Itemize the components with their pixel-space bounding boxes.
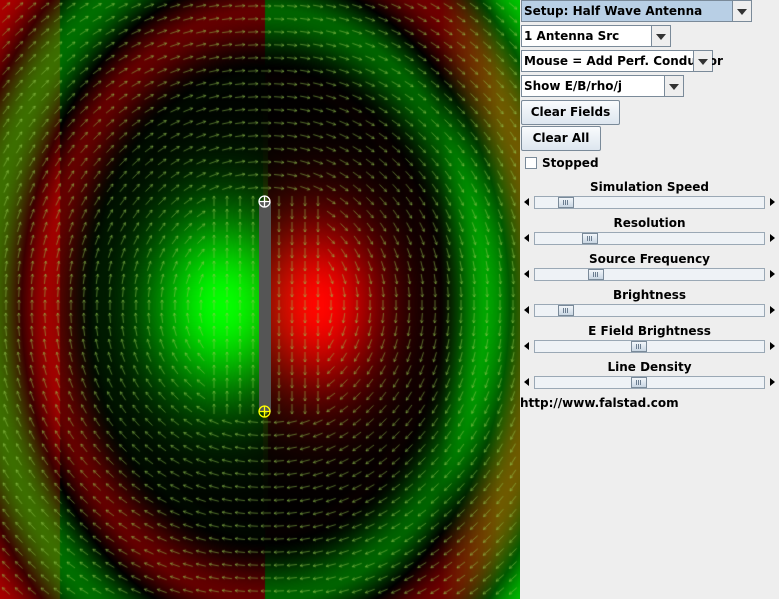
scroll-left-icon[interactable]	[520, 195, 534, 210]
scroll-left-icon[interactable]	[520, 267, 534, 282]
stopped-checkbox[interactable]	[525, 157, 537, 169]
source-select[interactable]: 1 Antenna Src	[521, 25, 671, 47]
display-mode-select[interactable]: Show E/B/rho/j	[521, 75, 684, 97]
mouse-mode-select[interactable]: Mouse = Add Perf. Conductor	[521, 50, 723, 72]
resolution-track[interactable]	[534, 232, 765, 245]
chevron-down-icon[interactable]	[664, 76, 683, 96]
website-url: http://www.falstad.com	[520, 396, 679, 410]
clear-fields-button[interactable]: Clear Fields	[521, 100, 620, 125]
antenna-conductor[interactable]	[259, 202, 271, 412]
chevron-down-icon[interactable]	[693, 51, 712, 71]
simulation-speed-thumb[interactable]	[558, 197, 574, 208]
e-field-brightness-slider[interactable]	[520, 339, 779, 354]
brightness-slider[interactable]	[520, 303, 779, 318]
source-frequency-label: Source Frequency	[588, 252, 710, 266]
simulation-speed-label: Simulation Speed	[590, 180, 709, 194]
setup-select[interactable]: Setup: Half Wave Antenna	[521, 0, 752, 22]
e-field-brightness-thumb[interactable]	[631, 341, 647, 352]
scroll-right-icon[interactable]	[765, 375, 779, 390]
brightness-thumb[interactable]	[558, 305, 574, 316]
source-select-value: 1 Antenna Src	[524, 29, 620, 43]
chevron-down-icon[interactable]	[732, 1, 751, 21]
brightness-label: Brightness	[612, 288, 686, 302]
resolution-thumb[interactable]	[582, 233, 598, 244]
stopped-checkbox-label: Stopped	[542, 156, 599, 170]
line-density-slider[interactable]	[520, 375, 779, 390]
scroll-right-icon[interactable]	[765, 231, 779, 246]
line-density-label: Line Density	[607, 360, 692, 374]
antenna-top-crosshair-icon[interactable]	[258, 195, 271, 208]
control-panel: Setup: Half Wave Antenna 1 Antenna Src M…	[520, 0, 779, 599]
scroll-right-icon[interactable]	[765, 267, 779, 282]
scroll-left-icon[interactable]	[520, 303, 534, 318]
scroll-right-icon[interactable]	[765, 195, 779, 210]
resolution-slider[interactable]	[520, 231, 779, 246]
display-mode-select-value: Show E/B/rho/j	[524, 79, 623, 93]
scroll-right-icon[interactable]	[765, 339, 779, 354]
e-field-brightness-label: E Field Brightness	[588, 324, 711, 338]
scroll-right-icon[interactable]	[765, 303, 779, 318]
clear-all-button[interactable]: Clear All	[521, 126, 601, 151]
simulation-speed-track[interactable]	[534, 196, 765, 209]
scroll-left-icon[interactable]	[520, 375, 534, 390]
line-density-thumb[interactable]	[631, 377, 647, 388]
scroll-left-icon[interactable]	[520, 339, 534, 354]
brightness-track[interactable]	[534, 304, 765, 317]
resolution-label: Resolution	[613, 216, 686, 230]
source-frequency-track[interactable]	[534, 268, 765, 281]
scroll-left-icon[interactable]	[520, 231, 534, 246]
source-frequency-thumb[interactable]	[588, 269, 604, 280]
chevron-down-icon[interactable]	[651, 26, 670, 46]
e-field-brightness-track[interactable]	[534, 340, 765, 353]
line-density-track[interactable]	[534, 376, 765, 389]
source-frequency-slider[interactable]	[520, 267, 779, 282]
simulation-canvas[interactable]	[0, 0, 520, 599]
antenna-bottom-crosshair-icon[interactable]	[258, 405, 271, 418]
simulation-speed-slider[interactable]	[520, 195, 779, 210]
setup-select-value: Setup: Half Wave Antenna	[524, 4, 703, 18]
